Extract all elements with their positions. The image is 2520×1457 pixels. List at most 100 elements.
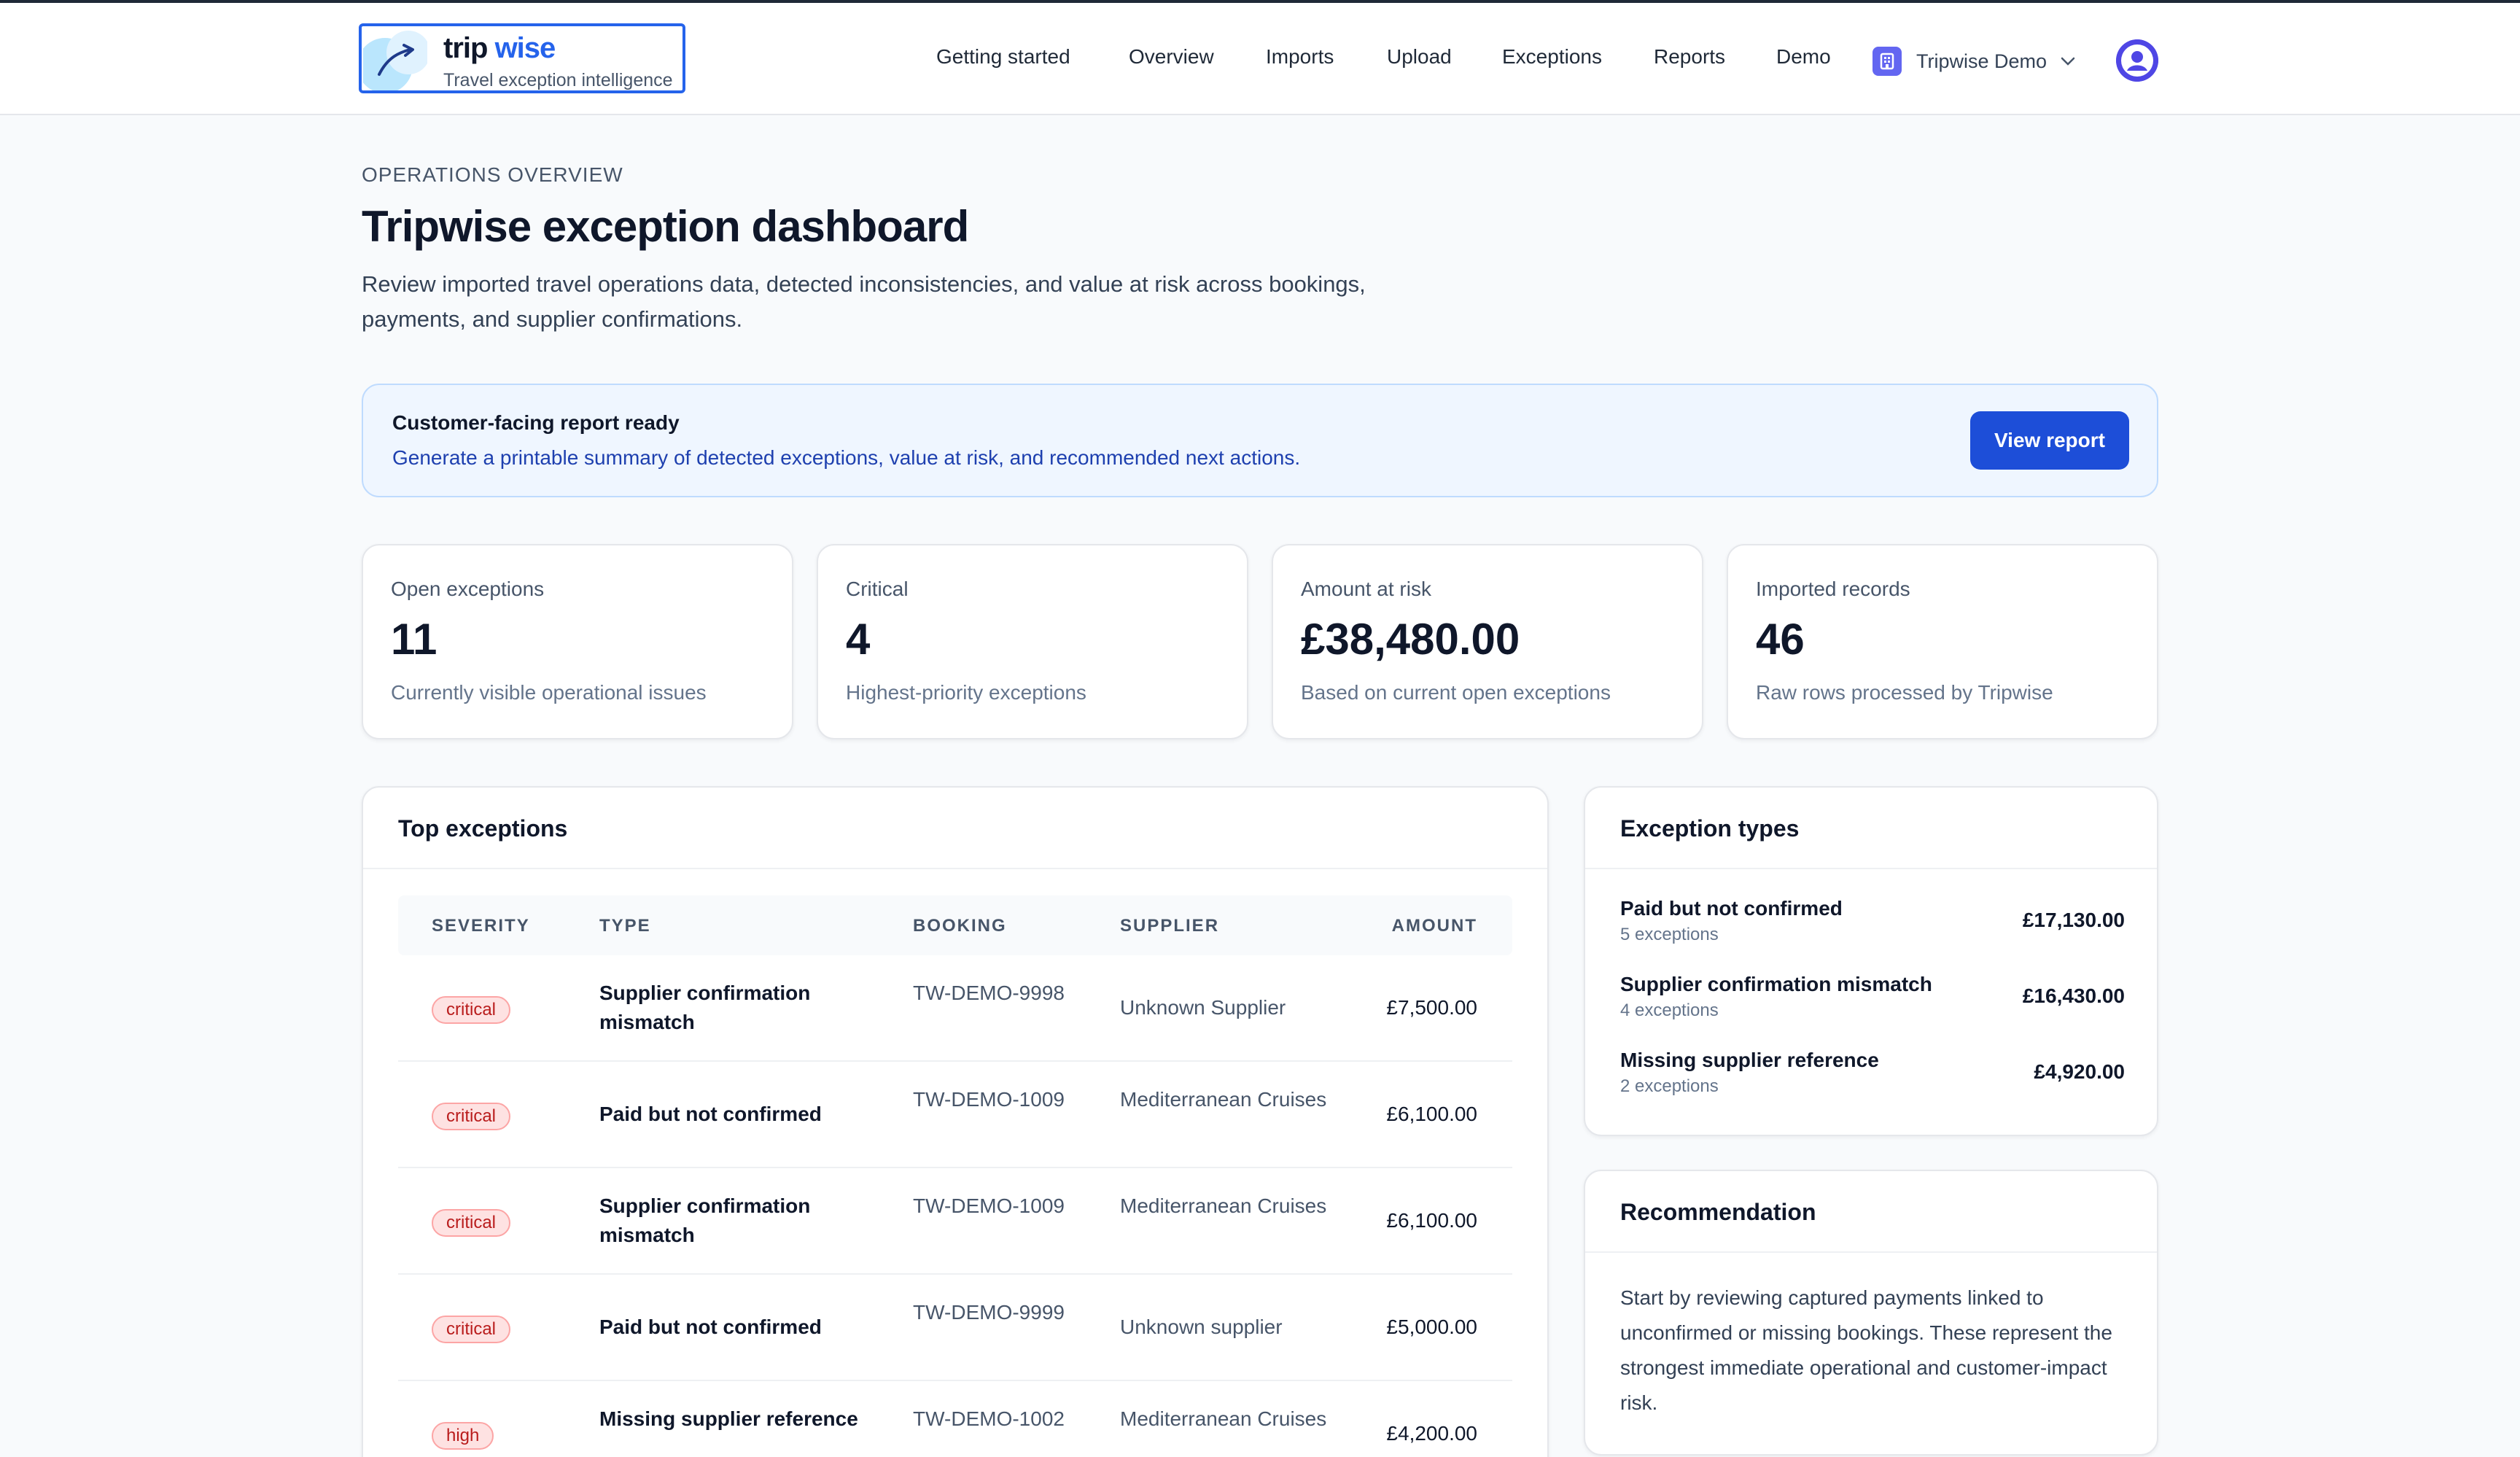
panel-header: Top exceptions: [363, 788, 1547, 869]
nav-reports[interactable]: Reports: [1654, 45, 1725, 69]
recommendation-text: Start by reviewing captured payments lin…: [1620, 1286, 2112, 1414]
booking-id: TW-DEMO-1009: [913, 1194, 1065, 1217]
org-label: Tripwise Demo: [1916, 50, 2048, 72]
page-title: Tripwise exception dashboard: [362, 202, 969, 251]
stat-label: Open exceptions: [391, 578, 545, 600]
booking-id: TW-DEMO-1009: [913, 1088, 1065, 1111]
user-avatar[interactable]: [2116, 39, 2158, 82]
top-exceptions-panel: Top exceptions SEVERITY TYPE BOOKING SUP…: [362, 786, 1549, 1457]
exception-type-amount: £4,920.00: [2034, 1060, 2125, 1083]
stat-label: Amount at risk: [1301, 578, 1431, 600]
exception-type: Supplier confirmation mismatch: [599, 982, 811, 1033]
column-header-booking[interactable]: BOOKING: [913, 916, 1007, 936]
report-ready-banner: Customer-facing report ready Generate a …: [362, 384, 2158, 497]
exception-type-name: Supplier confirmation mismatch: [1620, 973, 1932, 995]
amount: £4,200.00: [1386, 1422, 1477, 1445]
nav-imports[interactable]: Imports: [1266, 45, 1334, 69]
booking-id: TW-DEMO-1002: [913, 1407, 1065, 1430]
exception-type: Missing supplier reference: [599, 1407, 858, 1430]
brand-name-part2: wise: [494, 32, 556, 64]
panel-header: Exception types: [1585, 788, 2157, 869]
exception-types-list: Paid but not confirmed 5 exceptions £17,…: [1620, 897, 2125, 1124]
table-row[interactable]: critical Supplier confirmation mismatch …: [398, 955, 1512, 1062]
banner-title: Customer-facing report ready: [392, 411, 680, 434]
supplier-name: Mediterranean Cruises: [1120, 1407, 1327, 1430]
supplier-name: Unknown supplier: [1120, 1316, 1283, 1338]
exception-type-name: Paid but not confirmed: [1620, 897, 1843, 920]
severity-badge: high: [432, 1422, 494, 1450]
column-header-type[interactable]: TYPE: [599, 916, 651, 936]
chevron-down-icon: [2061, 57, 2075, 66]
column-header-supplier[interactable]: SUPPLIER: [1120, 916, 1219, 936]
exception-type-count: 4 exceptions: [1620, 1001, 1719, 1020]
stat-note: Currently visible operational issues: [391, 681, 707, 704]
stat-note: Raw rows processed by Tripwise: [1756, 681, 2053, 704]
stat-card-amount-at-risk: Amount at risk £38,480.00 Based on curre…: [1272, 544, 1703, 739]
table-row[interactable]: critical Supplier confirmation mismatch …: [398, 1168, 1512, 1275]
stat-note: Based on current open exceptions: [1301, 681, 1611, 704]
table-row[interactable]: high Missing supplier reference TW-DEMO-…: [398, 1381, 1512, 1457]
plane-logo-icon: [363, 31, 427, 90]
booking-id: TW-DEMO-9998: [913, 982, 1065, 1004]
stat-card-imported-records: Imported records 46 Raw rows processed b…: [1727, 544, 2158, 739]
exception-type-amount: £17,130.00: [2022, 909, 2125, 931]
exception-type-count: 5 exceptions: [1620, 925, 1719, 944]
top-navbar: trip wise Travel exception intelligence …: [0, 3, 2520, 115]
amount: £7,500.00: [1386, 996, 1477, 1019]
table-row[interactable]: critical Paid but not confirmed TW-DEMO-…: [398, 1062, 1512, 1168]
nav-getting-started[interactable]: Getting started: [936, 45, 1070, 69]
page-description: Review imported travel operations data, …: [362, 271, 1366, 332]
brand-name-part1: trip: [443, 32, 488, 64]
severity-badge: critical: [432, 1316, 511, 1343]
table-header: SEVERITY TYPE BOOKING SUPPLIER AMOUNT: [398, 895, 1512, 955]
supplier-name: Unknown Supplier: [1120, 996, 1286, 1019]
exception-type-name: Missing supplier reference: [1620, 1049, 1879, 1071]
nav-exceptions[interactable]: Exceptions: [1502, 45, 1602, 69]
supplier-name: Mediterranean Cruises: [1120, 1194, 1327, 1217]
stat-value: 4: [846, 615, 871, 664]
list-item[interactable]: Supplier confirmation mismatch 4 excepti…: [1620, 973, 2125, 1049]
view-report-button[interactable]: View report: [1970, 411, 2129, 470]
supplier-name: Mediterranean Cruises: [1120, 1088, 1327, 1111]
stat-note: Highest-priority exceptions: [846, 681, 1086, 704]
severity-badge: critical: [432, 1103, 511, 1130]
severity-badge: critical: [432, 1209, 511, 1237]
stat-card-critical: Critical 4 Highest-priority exceptions: [817, 544, 1248, 739]
stat-value: 11: [391, 615, 438, 664]
booking-id: TW-DEMO-9999: [913, 1301, 1065, 1324]
exception-types-panel: Exception types Paid but not confirmed 5…: [1584, 786, 2158, 1136]
stat-label: Critical: [846, 578, 909, 600]
stat-label: Imported records: [1756, 578, 1910, 600]
banner-text: Generate a printable summary of detected…: [392, 446, 1301, 469]
nav-demo[interactable]: Demo: [1776, 45, 1831, 69]
amount: £5,000.00: [1386, 1316, 1477, 1338]
amount: £6,100.00: [1386, 1103, 1477, 1125]
exception-type-count: 2 exceptions: [1620, 1076, 1719, 1096]
user-icon: [2116, 39, 2158, 82]
stat-value: 46: [1756, 615, 1805, 664]
exception-type: Paid but not confirmed: [599, 1316, 822, 1338]
list-item[interactable]: Paid but not confirmed 5 exceptions £17,…: [1620, 897, 2125, 973]
list-item[interactable]: Missing supplier reference 2 exceptions …: [1620, 1049, 2125, 1124]
brand-tagline: Travel exception intelligence: [443, 70, 673, 90]
brand-name: trip wise: [443, 32, 556, 65]
exceptions-table: SEVERITY TYPE BOOKING SUPPLIER AMOUNT cr…: [398, 895, 1512, 1457]
exception-type: Supplier confirmation mismatch: [599, 1194, 811, 1246]
stat-value: £38,480.00: [1301, 615, 1520, 664]
panel-header: Recommendation: [1585, 1171, 2157, 1253]
recommendation-panel: Recommendation Start by reviewing captur…: [1584, 1170, 2158, 1456]
building-icon: [1872, 47, 1902, 76]
panel-title: Top exceptions: [398, 815, 568, 842]
stat-card-open-exceptions: Open exceptions 11 Currently visible ope…: [362, 544, 793, 739]
nav-overview[interactable]: Overview: [1129, 45, 1214, 69]
panel-title: Recommendation: [1620, 1199, 1816, 1225]
amount: £6,100.00: [1386, 1209, 1477, 1232]
brand-logo[interactable]: trip wise Travel exception intelligence: [359, 23, 685, 93]
nav-upload[interactable]: Upload: [1387, 45, 1452, 69]
table-row[interactable]: critical Paid but not confirmed TW-DEMO-…: [398, 1275, 1512, 1381]
column-header-severity[interactable]: SEVERITY: [432, 916, 530, 936]
page-eyebrow: OPERATIONS OVERVIEW: [362, 163, 623, 186]
panel-title: Exception types: [1620, 815, 1800, 842]
org-switcher[interactable]: Tripwise Demo: [1872, 45, 2076, 77]
column-header-amount[interactable]: AMOUNT: [1392, 916, 1477, 936]
